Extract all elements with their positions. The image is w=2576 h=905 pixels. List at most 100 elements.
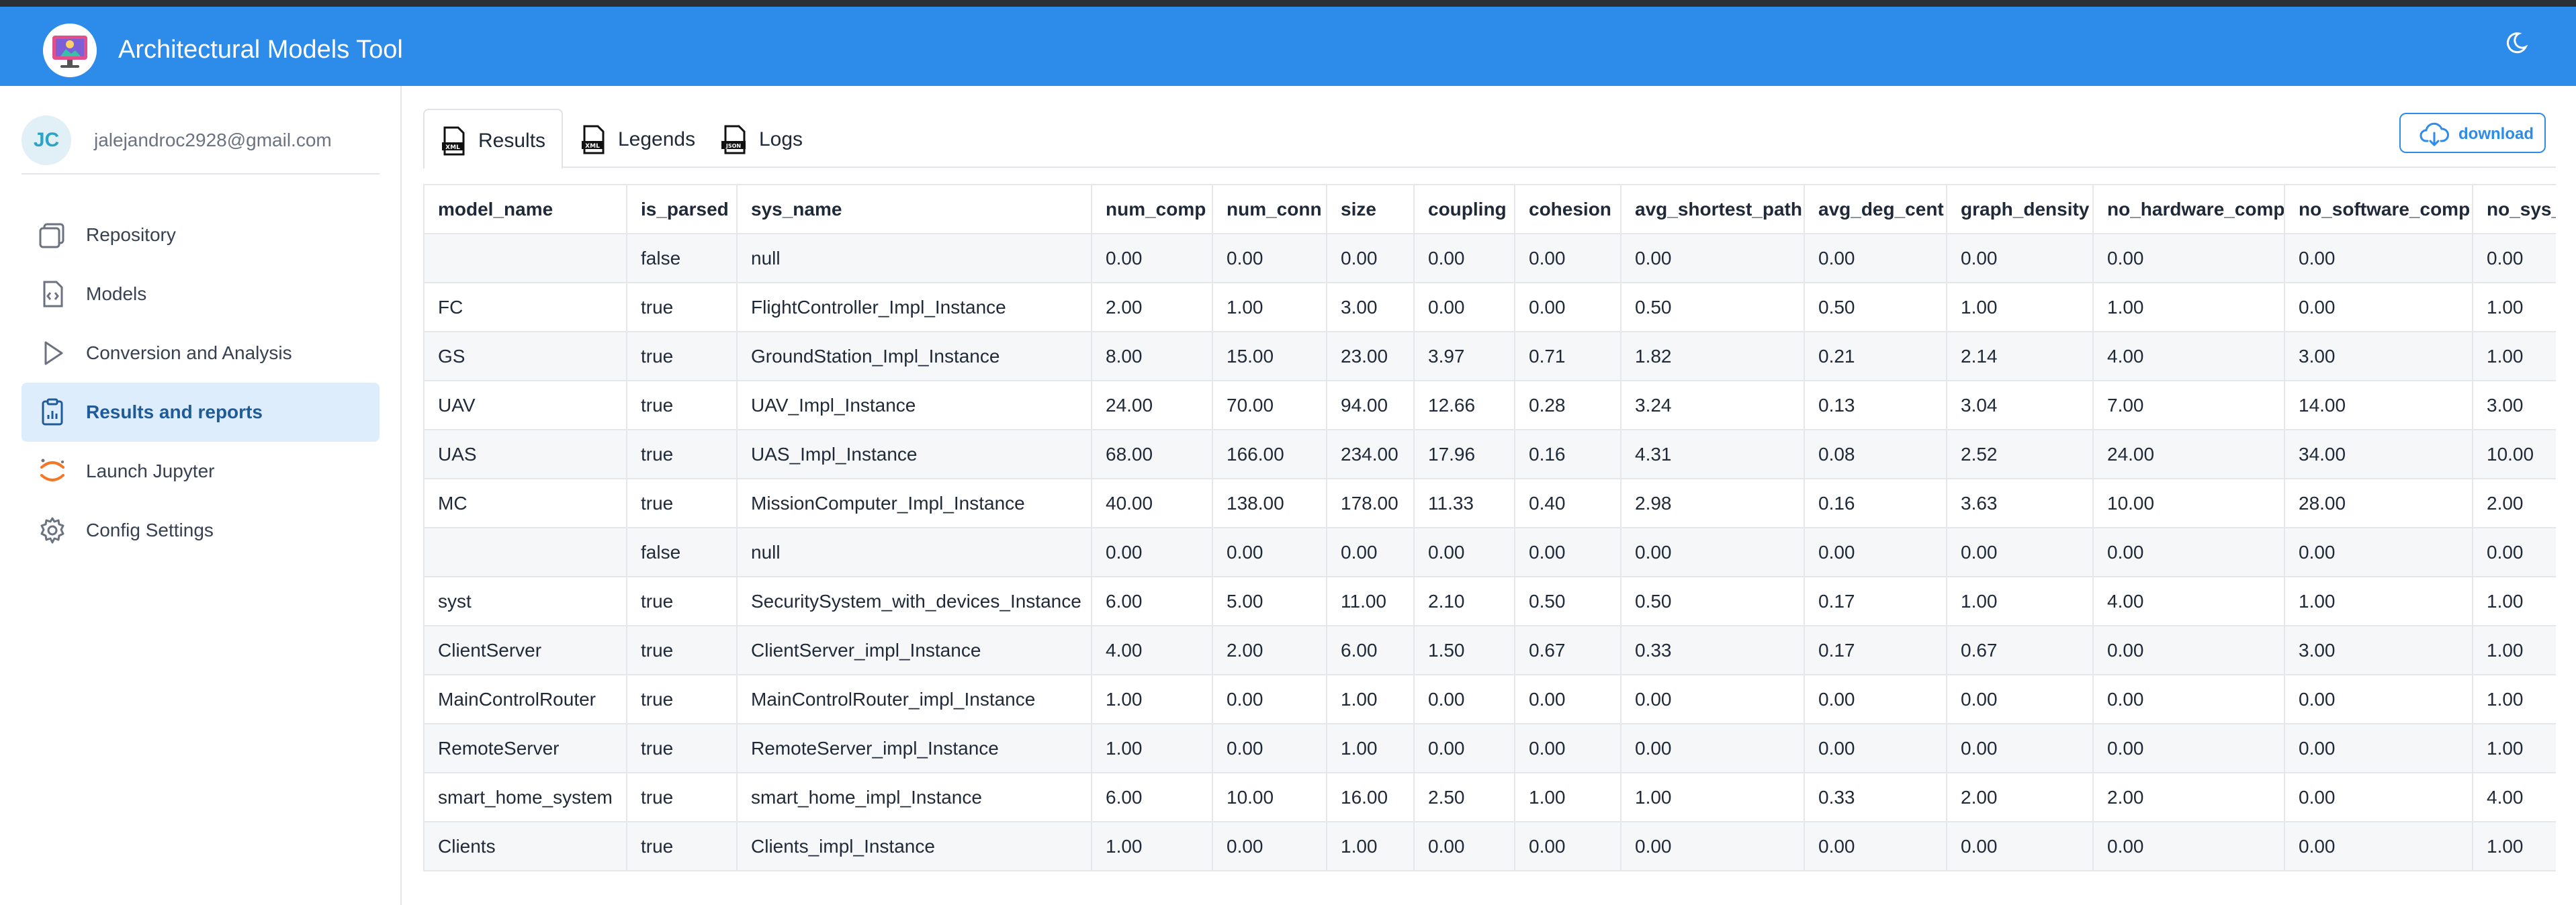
sidebar-item-results-and-reports[interactable]: Results and reports bbox=[21, 383, 380, 442]
table-cell-graph-density: 1.00 bbox=[1946, 282, 2094, 332]
table-row[interactable]: ClientServer true ClientServer_impl_Instan… bbox=[423, 625, 2556, 675]
column-header-sys-name[interactable]: sys_name bbox=[736, 184, 1092, 234]
table-cell-num-conn: 5.00 bbox=[1212, 576, 1327, 626]
table-cell-num-comp: 0.00 bbox=[1091, 527, 1213, 577]
table-cell-cohesion: 0.28 bbox=[1514, 380, 1622, 430]
table-cell-sys-name: FlightController_Impl_Instance bbox=[736, 282, 1092, 332]
sidebar-item-launch-jupyter[interactable]: Launch Jupyter bbox=[21, 442, 380, 501]
column-header-num-comp[interactable]: num_comp bbox=[1091, 184, 1213, 234]
column-header-no-software-comp[interactable]: no_software_comp bbox=[2284, 184, 2473, 234]
column-header-no-hardware-comp[interactable]: no_hardware_comp bbox=[2092, 184, 2285, 234]
table-cell-graph-density: 1.00 bbox=[1946, 576, 2094, 626]
table-row[interactable]: UAV true UAV_Impl_Instance 24.00 70.00 94.00 1… bbox=[423, 380, 2556, 430]
table-cell-no-hardware-comp: 4.00 bbox=[2092, 331, 2285, 381]
table-cell-num-conn: 0.00 bbox=[1212, 674, 1327, 724]
tab-results[interactable]: XML Results bbox=[423, 109, 563, 169]
table-cell-num-conn: 2.00 bbox=[1212, 625, 1327, 675]
sidebar-item-repository[interactable]: Repository bbox=[21, 205, 380, 265]
table-cell-no-software-comp: 0.00 bbox=[2284, 674, 2473, 724]
column-header-model-name[interactable]: model_name bbox=[423, 184, 627, 234]
table-cell-model-name: RemoteServer bbox=[423, 723, 627, 773]
table-cell-coupling: 0.00 bbox=[1413, 821, 1515, 871]
table-cell-no-software-comp: 14.00 bbox=[2284, 380, 2473, 430]
table-row[interactable]: FC true FlightController_Impl_Instance 2.00… bbox=[423, 282, 2556, 332]
table-cell-no-sys-comp: 2.00 bbox=[2472, 478, 2556, 528]
table-cell-no-sys-comp: 10.00 bbox=[2472, 429, 2556, 479]
sidebar-item-label: Conversion and Analysis bbox=[86, 342, 292, 363]
table-cell-sys-name: null bbox=[736, 233, 1092, 283]
column-header-cohesion[interactable]: cohesion bbox=[1514, 184, 1622, 234]
table-row[interactable]: MainControlRouter true MainControlRouter_i… bbox=[423, 674, 2556, 724]
sidebar-item-label: Repository bbox=[86, 224, 176, 245]
column-header-is-parsed[interactable]: is_parsed bbox=[626, 184, 738, 234]
table-row[interactable]: false null 0.00 0.00 0.00 0.00 0.00 0.00 0.00 0.0… bbox=[423, 233, 2556, 283]
table-cell-size: 0.00 bbox=[1326, 527, 1415, 577]
table-cell-avg-deg-cent: 0.33 bbox=[1804, 772, 1947, 822]
column-header-avg-deg-cent[interactable]: avg_deg_cent bbox=[1804, 184, 1947, 234]
table-cell-avg-deg-cent: 0.00 bbox=[1804, 674, 1947, 724]
table-cell-model-name: MC bbox=[423, 478, 627, 528]
table-row[interactable]: MC true MissionComputer_Impl_Instance 40.00… bbox=[423, 478, 2556, 528]
table-cell-no-software-comp: 0.00 bbox=[2284, 527, 2473, 577]
table-cell-no-sys-comp: 1.00 bbox=[2472, 723, 2556, 773]
column-header-size[interactable]: size bbox=[1326, 184, 1415, 234]
table-cell-no-hardware-comp: 7.00 bbox=[2092, 380, 2285, 430]
app-bar: Architectural Models Tool bbox=[0, 7, 2576, 86]
sidebar-item-config-settings[interactable]: Config Settings bbox=[21, 501, 380, 560]
theme-toggle-moon-icon[interactable] bbox=[2503, 30, 2530, 56]
table-cell-num-comp: 2.00 bbox=[1091, 282, 1213, 332]
table-row[interactable]: UAS true UAS_Impl_Instance 68.00 166.00 234.0… bbox=[423, 429, 2556, 479]
table-row[interactable]: Clients true Clients_impl_Instance 1.00 0.00… bbox=[423, 821, 2556, 871]
table-cell-sys-name: null bbox=[736, 527, 1092, 577]
table-cell-num-comp: 24.00 bbox=[1091, 380, 1213, 430]
table-cell-no-hardware-comp: 0.00 bbox=[2092, 674, 2285, 724]
sidebar-item-models[interactable]: Models bbox=[21, 265, 380, 324]
window-top-strip bbox=[0, 0, 2576, 7]
column-header-coupling[interactable]: coupling bbox=[1413, 184, 1515, 234]
tab-label: Logs bbox=[759, 128, 803, 150]
table-cell-avg-deg-cent: 0.17 bbox=[1804, 576, 1947, 626]
table-row[interactable]: smart_home_system true smart_home_impl_Ins… bbox=[423, 772, 2556, 822]
table-row[interactable]: false null 0.00 0.00 0.00 0.00 0.00 0.00 0.00 0.0… bbox=[423, 527, 2556, 577]
table-cell-no-hardware-comp: 4.00 bbox=[2092, 576, 2285, 626]
table-cell-coupling: 0.00 bbox=[1413, 723, 1515, 773]
xml-file-icon: XML bbox=[580, 125, 607, 154]
tab-legends[interactable]: XML Legends bbox=[564, 109, 705, 168]
table-cell-num-conn: 166.00 bbox=[1212, 429, 1327, 479]
table-cell-sys-name: Clients_impl_Instance bbox=[736, 821, 1092, 871]
sidebar-item-conversion-and-analysis[interactable]: Conversion and Analysis bbox=[21, 324, 380, 383]
table-cell-no-hardware-comp: 0.00 bbox=[2092, 821, 2285, 871]
table-cell-no-software-comp: 0.00 bbox=[2284, 233, 2473, 283]
table-cell-avg-shortest-path: 0.00 bbox=[1620, 674, 1805, 724]
tab-label: Results bbox=[478, 130, 546, 152]
download-button[interactable]: download bbox=[2399, 113, 2546, 153]
table-cell-is-parsed: true bbox=[626, 429, 738, 479]
table-row[interactable]: RemoteServer true RemoteServer_impl_Instan… bbox=[423, 723, 2556, 773]
svg-text:JSON: JSON bbox=[725, 143, 741, 149]
table-cell-avg-shortest-path: 2.98 bbox=[1620, 478, 1805, 528]
table-cell-avg-deg-cent: 0.13 bbox=[1804, 380, 1947, 430]
table-cell-graph-density: 0.67 bbox=[1946, 625, 2094, 675]
table-cell-sys-name: MainControlRouter_impl_Instance bbox=[736, 674, 1092, 724]
table-cell-model-name bbox=[423, 527, 627, 577]
table-cell-model-name: UAS bbox=[423, 429, 627, 479]
table-cell-cohesion: 0.00 bbox=[1514, 233, 1622, 283]
column-header-num-conn[interactable]: num_conn bbox=[1212, 184, 1327, 234]
table-cell-avg-shortest-path: 0.33 bbox=[1620, 625, 1805, 675]
table-row[interactable]: syst true SecuritySystem_with_devices_Inst… bbox=[423, 576, 2556, 626]
table-cell-coupling: 11.33 bbox=[1413, 478, 1515, 528]
tab-logs[interactable]: JSON Logs bbox=[705, 109, 826, 168]
table-cell-no-software-comp: 34.00 bbox=[2284, 429, 2473, 479]
table-cell-is-parsed: true bbox=[626, 625, 738, 675]
column-header-avg-shortest-path[interactable]: avg_shortest_path bbox=[1620, 184, 1805, 234]
column-header-no-sys-comp[interactable]: no_sys_comp bbox=[2472, 184, 2556, 234]
table-cell-is-parsed: true bbox=[626, 723, 738, 773]
column-header-graph-density[interactable]: graph_density bbox=[1946, 184, 2094, 234]
table-cell-no-software-comp: 3.00 bbox=[2284, 331, 2473, 381]
table-cell-num-conn: 0.00 bbox=[1212, 723, 1327, 773]
table-row[interactable]: GS true GroundStation_Impl_Instance 8.00 15.… bbox=[423, 331, 2556, 381]
results-table-container[interactable]: model_name is_parsed sys_name num_comp num_c… bbox=[423, 184, 2556, 875]
table-cell-graph-density: 2.14 bbox=[1946, 331, 2094, 381]
table-cell-no-sys-comp: 1.00 bbox=[2472, 282, 2556, 332]
code-file-icon bbox=[38, 279, 67, 309]
